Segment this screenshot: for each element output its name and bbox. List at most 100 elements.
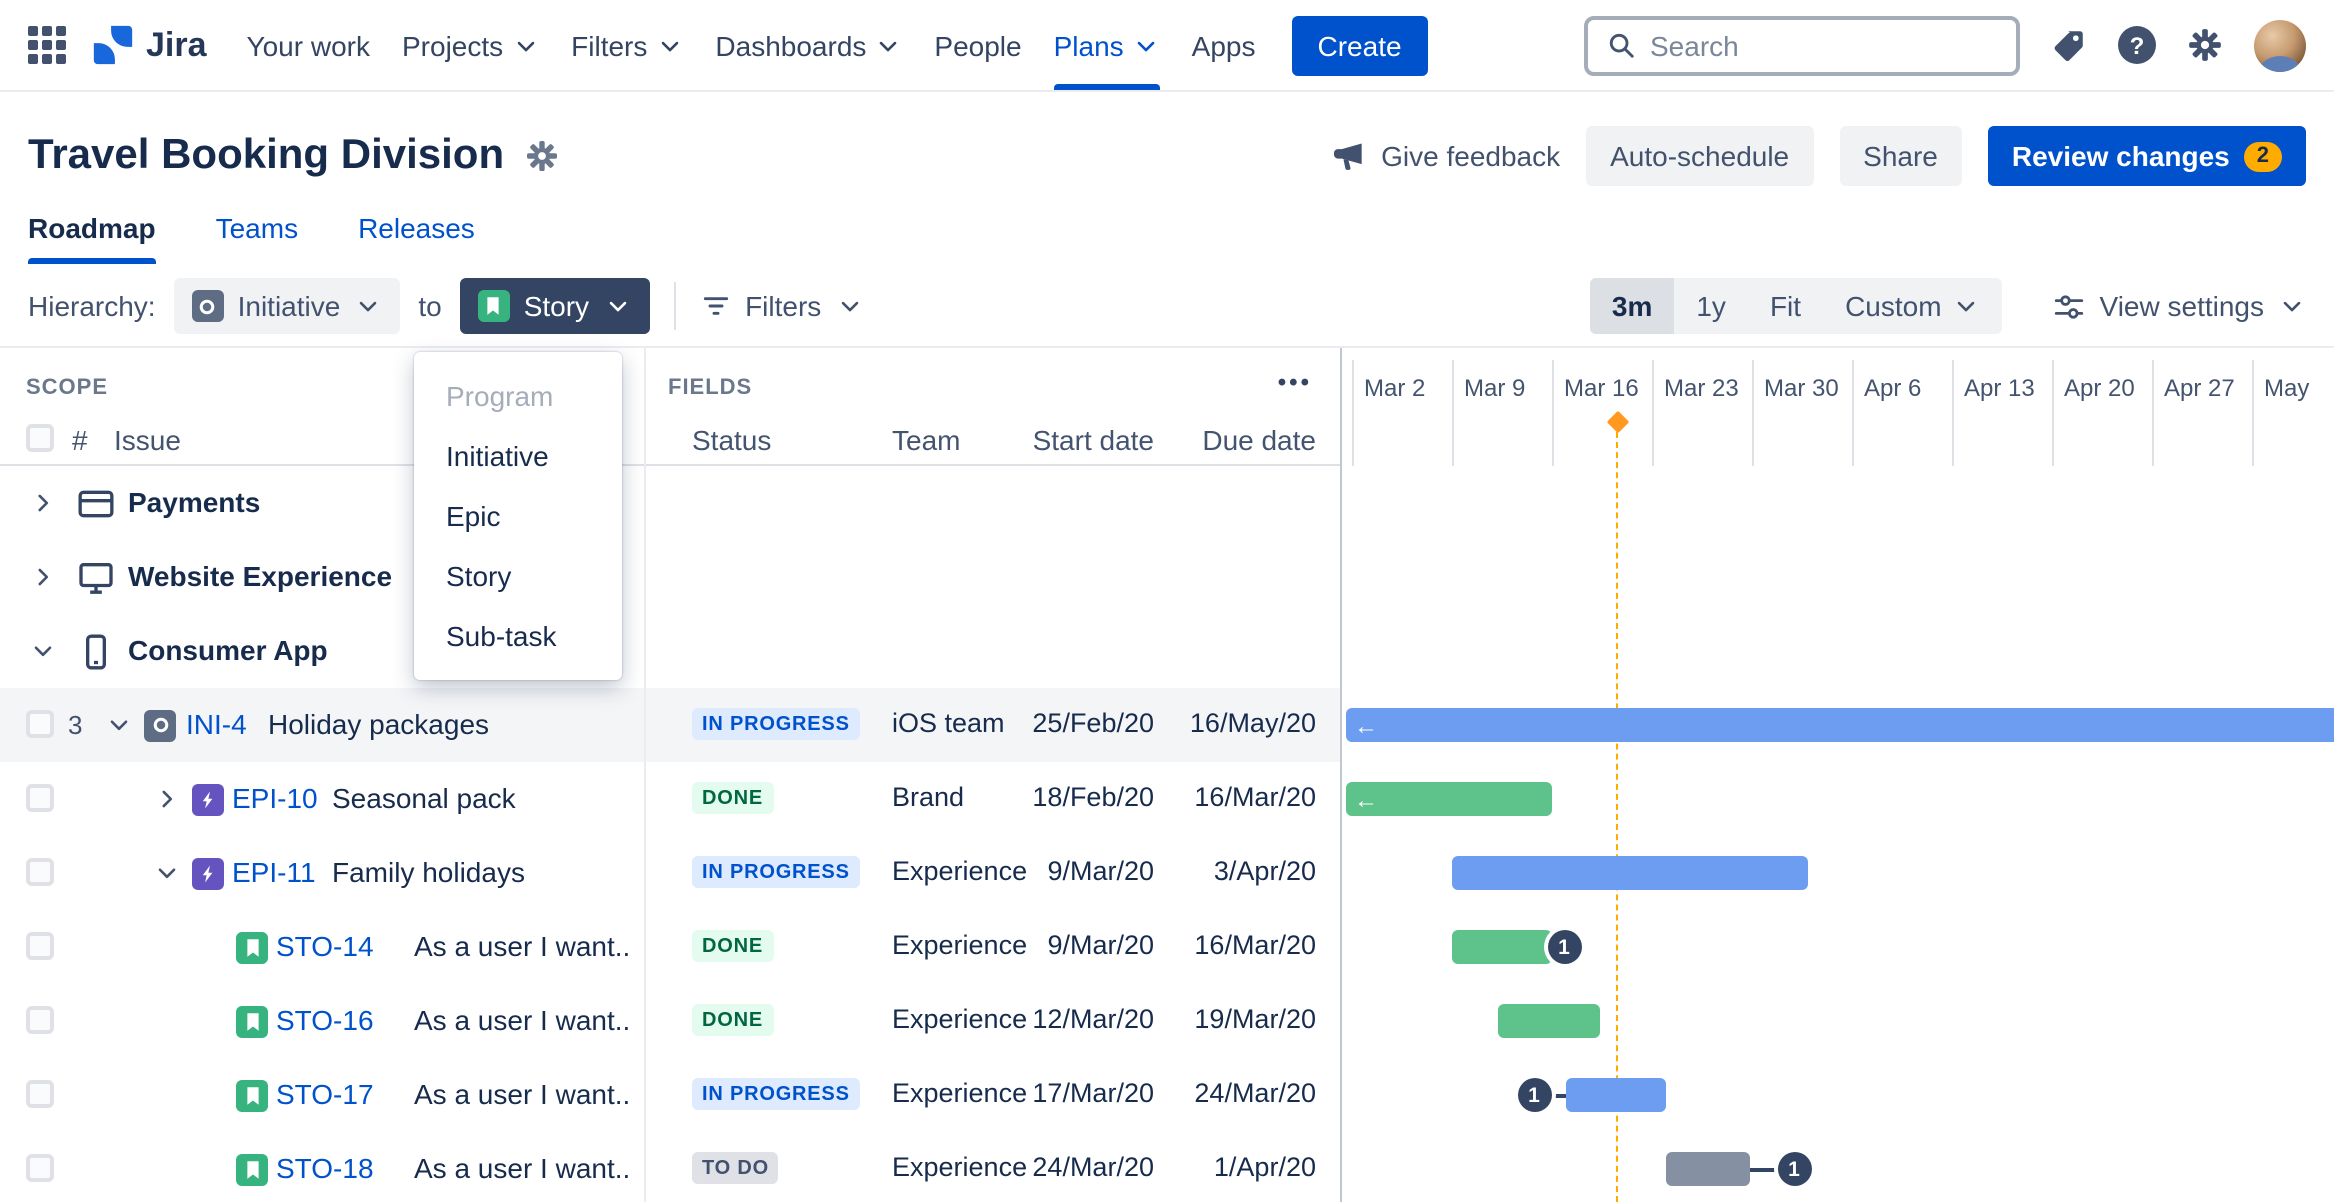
start-date-cell[interactable]: 18/Feb/20 xyxy=(994,782,1154,812)
issue-key[interactable]: EPI-10 xyxy=(232,782,318,814)
due-date-cell[interactable]: 16/May/20 xyxy=(1156,708,1316,738)
give-feedback-label: Give feedback xyxy=(1381,140,1561,172)
start-date-cell[interactable]: 9/Mar/20 xyxy=(994,856,1154,886)
menu-item-initiative[interactable]: Initiative xyxy=(414,426,622,486)
issue-key[interactable]: STO-14 xyxy=(276,930,374,962)
give-feedback-button[interactable]: Give feedback xyxy=(1329,137,1560,175)
zoom-option-1y[interactable]: 1y xyxy=(1674,278,1748,334)
page-title: Travel Booking Division xyxy=(28,132,505,178)
start-date-cell[interactable]: 17/Mar/20 xyxy=(994,1078,1154,1108)
plan-settings-gear-icon[interactable] xyxy=(524,138,560,174)
expand-chevron-icon[interactable] xyxy=(30,564,56,590)
fields-cell: DONE Experience 12/Mar/20 19/Mar/20 xyxy=(644,984,1340,1058)
expand-chevron-icon[interactable] xyxy=(30,490,56,516)
collapse-chevron-icon[interactable] xyxy=(154,860,180,886)
nav-item-people[interactable]: People xyxy=(918,17,1037,73)
timeline-bar[interactable] xyxy=(1452,856,1808,890)
share-button[interactable]: Share xyxy=(1839,126,1962,186)
row-checkbox[interactable] xyxy=(26,1154,54,1182)
nav-item-projects[interactable]: Projects xyxy=(386,17,555,73)
status-lozenge[interactable]: IN PROGRESS xyxy=(692,856,860,888)
nav-item-filters[interactable]: Filters xyxy=(555,17,699,73)
due-date-cell[interactable]: 3/Apr/20 xyxy=(1156,856,1316,886)
dependency-badge[interactable]: 1 xyxy=(1547,930,1581,964)
timeline-date-label: Mar 9 xyxy=(1464,374,1526,402)
row-checkbox[interactable] xyxy=(26,710,54,738)
timeline-bar[interactable] xyxy=(1498,1004,1600,1038)
dependency-badge[interactable]: 1 xyxy=(1517,1078,1551,1112)
collapse-chevron-icon[interactable] xyxy=(106,712,132,738)
status-lozenge[interactable]: TO DO xyxy=(692,1152,779,1184)
due-date-cell[interactable]: 16/Mar/20 xyxy=(1156,930,1316,960)
start-date-cell[interactable]: 24/Mar/20 xyxy=(994,1152,1154,1182)
issue-key[interactable]: STO-17 xyxy=(276,1078,374,1110)
due-date-cell[interactable]: 16/Mar/20 xyxy=(1156,782,1316,812)
start-date-cell[interactable]: 12/Mar/20 xyxy=(994,1004,1154,1034)
timeline-bar[interactable]: ← xyxy=(1346,708,2334,742)
row-checkbox[interactable] xyxy=(26,784,54,812)
avatar[interactable] xyxy=(2254,19,2306,71)
timeline-bar[interactable] xyxy=(1566,1078,1666,1112)
zoom-option-3m[interactable]: 3m xyxy=(1589,278,1675,334)
nav-item-apps[interactable]: Apps xyxy=(1176,17,1272,73)
settings-gear-icon[interactable] xyxy=(2186,26,2224,64)
status-lozenge[interactable]: DONE xyxy=(692,1004,773,1036)
create-button[interactable]: Create xyxy=(1291,15,1428,75)
zoom-option-fit[interactable]: Fit xyxy=(1748,278,1823,334)
issue-row-sto-16: STO-16 As a user I want.. DONE Experience 12… xyxy=(0,984,2334,1058)
start-date-cell[interactable]: 25/Feb/20 xyxy=(994,708,1154,738)
select-all-checkbox[interactable] xyxy=(26,424,54,452)
team-cell[interactable]: iOS team xyxy=(892,708,1005,738)
nav-item-your-work[interactable]: Your work xyxy=(231,17,387,73)
due-date-cell[interactable]: 24/Mar/20 xyxy=(1156,1078,1316,1108)
zoom-option-custom[interactable]: Custom xyxy=(1823,278,2001,334)
issue-key[interactable]: STO-18 xyxy=(276,1152,374,1184)
hierarchy-to-dropdown[interactable]: Story xyxy=(459,278,650,334)
app-switcher-icon[interactable] xyxy=(28,26,66,64)
filters-button[interactable]: Filters xyxy=(699,290,863,322)
collapse-chevron-icon[interactable] xyxy=(30,638,56,664)
row-checkbox[interactable] xyxy=(26,858,54,886)
hash-column-header: # xyxy=(72,424,88,456)
tag-icon[interactable] xyxy=(2050,26,2088,64)
week-gridline xyxy=(2152,360,2154,466)
menu-item-sub-task[interactable]: Sub-task xyxy=(414,606,622,666)
row-checkbox[interactable] xyxy=(26,932,54,960)
status-lozenge[interactable]: DONE xyxy=(692,782,773,814)
timeline-bar[interactable] xyxy=(1452,930,1552,964)
status-lozenge[interactable]: DONE xyxy=(692,930,773,962)
story-icon xyxy=(236,1153,268,1185)
menu-item-epic[interactable]: Epic xyxy=(414,486,622,546)
due-date-cell[interactable]: 1/Apr/20 xyxy=(1156,1152,1316,1182)
search-input[interactable] xyxy=(1650,29,1998,61)
start-date-cell[interactable]: 9/Mar/20 xyxy=(994,930,1154,960)
jira-logo[interactable]: Jira xyxy=(90,22,207,68)
auto-schedule-button[interactable]: Auto-schedule xyxy=(1586,126,1814,186)
status-lozenge[interactable]: IN PROGRESS xyxy=(692,708,860,740)
tab-releases[interactable]: Releases xyxy=(358,212,475,264)
timeline-bar[interactable] xyxy=(1666,1152,1750,1186)
expand-chevron-icon[interactable] xyxy=(154,786,180,812)
tab-teams[interactable]: Teams xyxy=(216,212,298,264)
issue-key[interactable]: EPI-11 xyxy=(232,856,316,888)
hierarchy-from-dropdown[interactable]: Initiative xyxy=(173,278,401,334)
row-checkbox[interactable] xyxy=(26,1080,54,1108)
row-checkbox[interactable] xyxy=(26,1006,54,1034)
dependency-badge[interactable]: 1 xyxy=(1777,1152,1811,1186)
view-settings-button[interactable]: View settings xyxy=(2052,289,2306,323)
team-cell[interactable]: Brand xyxy=(892,782,964,812)
issue-key[interactable]: STO-16 xyxy=(276,1004,374,1036)
search-box[interactable] xyxy=(1584,15,2020,75)
tab-roadmap[interactable]: Roadmap xyxy=(28,212,156,264)
menu-item-story[interactable]: Story xyxy=(414,546,622,606)
timeline-bar[interactable]: ← xyxy=(1346,782,1552,816)
due-date-cell[interactable]: 19/Mar/20 xyxy=(1156,1004,1316,1034)
review-changes-button[interactable]: Review changes 2 xyxy=(1987,126,2306,186)
issue-key[interactable]: INI-4 xyxy=(186,708,247,740)
status-lozenge[interactable]: IN PROGRESS xyxy=(692,1078,860,1110)
nav-item-plans[interactable]: Plans xyxy=(1038,17,1176,89)
group-row-website-experience: Website Experience xyxy=(0,540,2334,614)
help-icon[interactable]: ? xyxy=(2118,26,2156,64)
fields-more-button[interactable]: ••• xyxy=(1278,368,1312,396)
nav-item-dashboards[interactable]: Dashboards xyxy=(699,17,918,73)
